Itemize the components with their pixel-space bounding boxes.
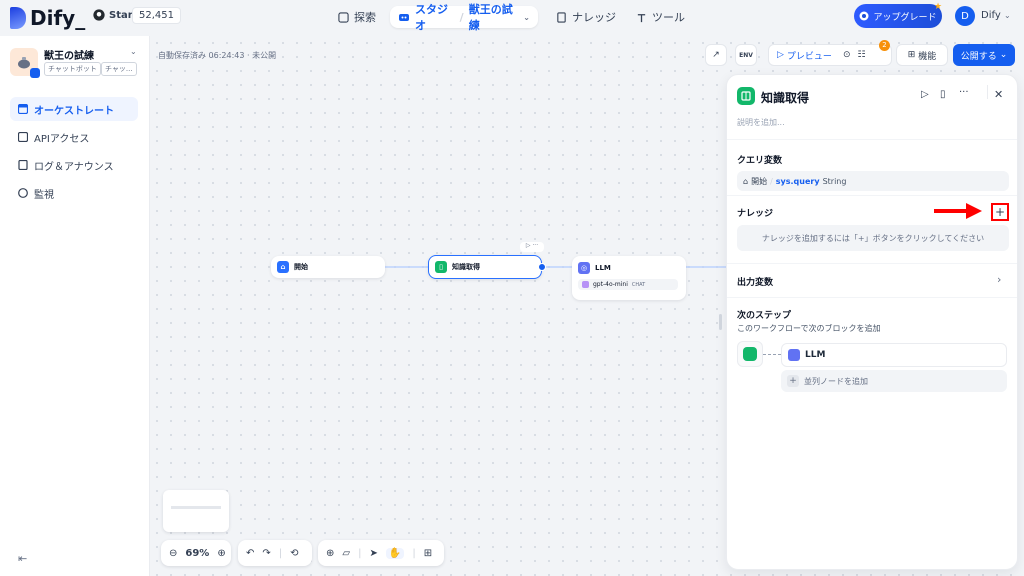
more-icon[interactable]: ··· [959,87,969,98]
help-doc-icon[interactable]: ▯ [940,89,946,100]
node-knowledge-retrieval[interactable]: ▯ 知識取得 [428,255,542,279]
plus-icon: + [787,375,799,387]
divider [727,139,1017,140]
separator: / [770,176,773,186]
minimap[interactable] [163,490,229,532]
divider: | [412,547,416,559]
knowledge-empty-state: ナレッジを追加するには「+」ボタンをクリックしてください [737,225,1009,251]
query-variable-label: クエリ変数 [737,156,783,166]
undo-icon[interactable]: ↶ [246,548,254,559]
llm-mode: CHAT [631,281,646,288]
panel-resize-handle[interactable] [719,314,722,330]
query-variable-select[interactable]: ⌂ 開始 / sys.query String [737,171,1009,191]
divider [727,263,1017,264]
publish-button[interactable]: 公開する ⌄ [953,44,1015,66]
query-type: String [822,176,847,186]
output-variables-label[interactable]: 出力変数 [737,275,773,288]
node-start-label: 開始 [294,263,308,271]
external-link-icon: ↗ [712,50,720,60]
history-icon[interactable]: ⟲ [290,548,298,559]
features-button[interactable]: ⊞ 機能 [896,44,948,66]
llm-model-name: gpt-4o-mini [593,281,628,288]
play-icon: ▷ [777,50,784,60]
pointer-icon[interactable]: ➤ [369,548,377,559]
red-arrow-icon [934,203,982,219]
model-icon [582,281,589,288]
next-step-label: 次のステップ [737,311,792,321]
node-add-handle[interactable] [538,263,546,271]
preview-group: ▷ プレビュー ⊙ ☷ [768,44,892,66]
redo-icon[interactable]: ↷ [262,548,270,559]
node-llm-header: ◎ LLM [578,262,611,274]
run-node-icon[interactable]: ▷ [921,89,929,100]
next-node-llm[interactable]: LLM [781,343,1007,367]
node-llm-label: LLM [595,264,611,272]
divider [727,195,1017,196]
home-icon: ⌂ [277,261,289,273]
canvas-tools: ⊕ ▱ | ➤ ✋ | ⊞ [318,540,444,566]
current-node-icon [737,341,763,367]
panel-title: 知識取得 [761,91,810,105]
query-var: sys.query [775,176,820,186]
add-knowledge-button[interactable]: + [991,203,1009,221]
node-actions[interactable]: ▷ ··· [520,242,544,252]
chevron-down-icon: ⌄ [999,50,1008,60]
add-note-icon[interactable]: ▱ [342,548,350,559]
next-node-label: LLM [805,350,826,360]
node-knowledge-label: 知識取得 [452,263,480,271]
checklist-history-icon[interactable]: ⊙ [843,50,851,60]
brain-icon: ◎ [578,262,590,274]
zoom-out-icon[interactable]: ⊖ [169,548,177,559]
publish-label: 公開する [960,51,997,62]
home-icon: ⌂ [743,176,749,186]
chevron-right-icon[interactable]: › [997,273,1001,286]
node-llm[interactable]: ◎ LLM gpt-4o-mini CHAT [572,256,686,300]
divider: | [278,547,283,559]
features-label: 機能 [918,51,937,62]
description-input[interactable]: 説明を追加... [737,117,785,128]
env-label: ENV [739,51,753,59]
brain-icon [788,349,800,361]
book-icon [737,87,755,105]
add-parallel-label: 並列ノードを追加 [804,376,868,386]
add-node-icon[interactable]: ⊕ [326,548,334,559]
divider [987,85,988,99]
book-icon: ▯ [435,261,447,273]
divider [727,297,1017,298]
node-start[interactable]: ⌂ 開始 [271,256,385,278]
preview-button[interactable]: プレビュー [787,49,832,62]
zoom-level[interactable]: 69% [185,548,209,559]
close-icon[interactable]: ✕ [994,88,1003,101]
history-controls: ↶ ↷ | ⟲ [238,540,312,566]
node-settings-panel: 知識取得 ▷ ▯ ··· ✕ 説明を追加... クエリ変数 ⌂ 開始 / sys… [726,74,1018,570]
checklist-badge: 2 [879,40,890,51]
minimap-nodes [171,506,221,509]
divider: | [358,547,362,559]
grid-icon: ⊞ [907,50,916,60]
add-parallel-node-button[interactable]: + 並列ノードを追加 [781,370,1007,392]
share-button[interactable]: ↗ [705,44,727,66]
organize-icon[interactable]: ⊞ [424,548,432,559]
query-source: 開始 [751,176,768,186]
env-button[interactable]: ENV [735,44,757,66]
zoom-controls: ⊖ 69% ⊕ [161,540,231,566]
knowledge-label: ナレッジ [737,209,774,219]
hand-icon[interactable]: ✋ [385,547,405,559]
zoom-in-icon[interactable]: ⊕ [217,548,225,559]
book-icon [743,347,757,361]
next-step-description: このワークフローで次のブロックを追加 [737,324,881,333]
checklist-icon[interactable]: ☷ [857,50,865,60]
connector-line [763,354,781,355]
llm-model-chip: gpt-4o-mini CHAT [578,279,678,290]
